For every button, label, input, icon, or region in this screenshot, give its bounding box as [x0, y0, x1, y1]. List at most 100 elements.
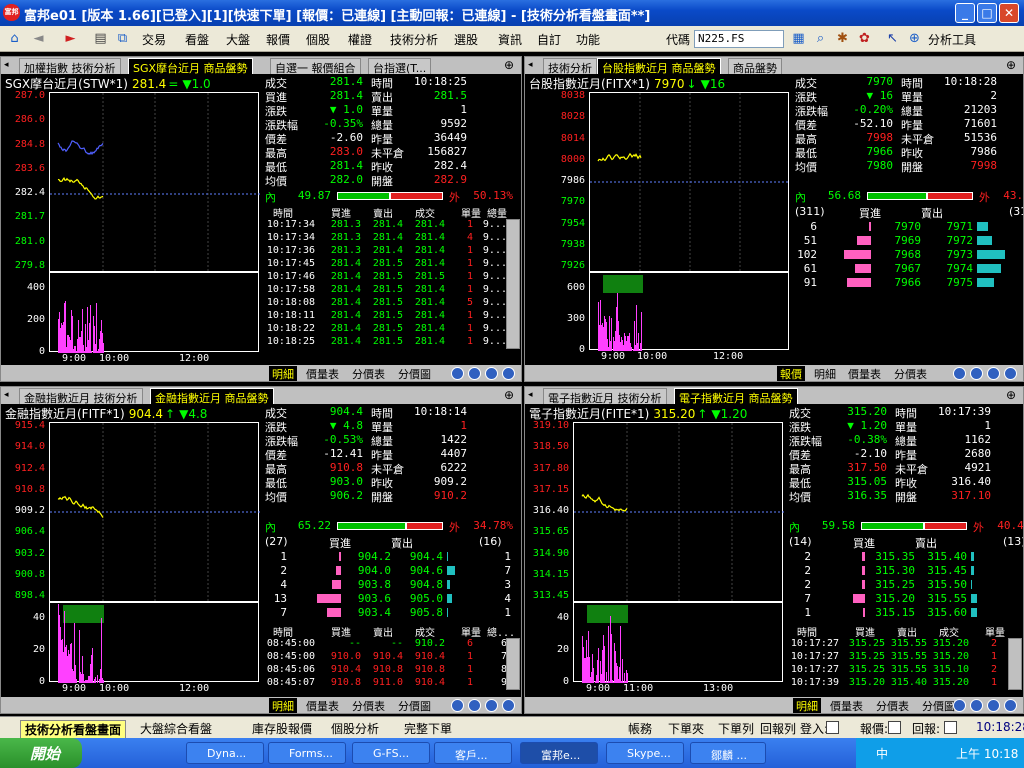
bottom-tab[interactable]: 價量表 [303, 366, 342, 381]
nav-first-icon[interactable] [451, 699, 464, 712]
menu-item[interactable]: 自訂 [537, 31, 561, 48]
symbol-code-input[interactable]: N225.FS [694, 30, 784, 48]
panel-tab[interactable]: 加權指數 技術分析 [19, 58, 121, 75]
nav-last-icon[interactable] [1004, 699, 1017, 712]
taskbar-item[interactable]: 客戶... [434, 742, 512, 764]
bottom-tab[interactable]: 分價表 [349, 698, 388, 713]
close-button[interactable]: ✕ [999, 3, 1019, 23]
zoom-in-icon[interactable]: ⊕ [1006, 58, 1020, 72]
settings-icon[interactable]: ✱ [834, 30, 851, 47]
report-checkbox[interactable] [944, 721, 957, 734]
workspace-tab[interactable]: 個股分析 [327, 720, 383, 737]
panel-tab[interactable]: 商品盤勢 [728, 58, 782, 75]
menu-item[interactable]: 交易 [142, 31, 166, 48]
panel-tab[interactable]: 台指選(T... [368, 58, 432, 75]
bottom-tab[interactable]: 分價表 [891, 366, 930, 381]
bottom-tab[interactable]: 報價 [777, 366, 805, 381]
bottom-tab[interactable]: 分價表 [349, 366, 388, 381]
menu-item[interactable]: 個股 [306, 31, 330, 48]
menu-item[interactable]: 功能 [576, 31, 600, 48]
menu-item[interactable]: 技術分析 [390, 31, 438, 48]
panel-tab[interactable]: 金融指數近月 商品盤勢 [150, 388, 274, 405]
print-icon[interactable]: ▤ [92, 30, 109, 47]
minimize-button[interactable]: _ [955, 3, 975, 23]
panel-tab[interactable]: SGX摩台近月 商品盤勢 [128, 58, 253, 75]
nav-prev-icon[interactable] [970, 699, 983, 712]
bottom-tab[interactable]: 明細 [269, 366, 297, 381]
collapse-icon[interactable]: ◂ [4, 60, 14, 70]
nav-first-icon[interactable] [451, 367, 464, 380]
footer-button[interactable]: 回報列 [756, 720, 800, 737]
chart-icon[interactable]: ▦ [790, 30, 807, 47]
workspace-tab[interactable]: 完整下單 [400, 720, 456, 737]
menu-item[interactable]: 資訊 [498, 31, 522, 48]
forward-icon[interactable]: ► [62, 30, 79, 47]
zoom-in-icon[interactable]: ⊕ [504, 58, 518, 72]
nav-first-icon[interactable] [953, 699, 966, 712]
collapse-icon[interactable]: ◂ [528, 60, 538, 70]
nav-last-icon[interactable] [1004, 367, 1017, 380]
taskbar-item[interactable]: Forms... [268, 742, 346, 764]
panel-tab[interactable]: 技術分析 [543, 58, 597, 75]
bottom-tab[interactable]: 價量表 [827, 698, 866, 713]
zoom-in-icon[interactable]: ⊕ [504, 388, 518, 402]
nav-next-icon[interactable] [987, 699, 1000, 712]
bottom-tab[interactable]: 分價圖 [395, 366, 434, 381]
bottom-tab[interactable]: 明細 [811, 366, 839, 381]
bottom-tab[interactable]: 分價表 [873, 698, 912, 713]
nav-last-icon[interactable] [502, 367, 515, 380]
menu-item[interactable]: 報價 [266, 31, 290, 48]
workspace-tab[interactable]: 大盤綜合看盤 [136, 720, 216, 737]
tick-scrollbar[interactable] [506, 219, 520, 349]
nav-next-icon[interactable] [987, 367, 1000, 380]
menu-item[interactable]: 看盤 [185, 31, 209, 48]
tick-scrollbar[interactable] [1008, 638, 1022, 690]
taskbar-item[interactable]: 鄒麟 ... [690, 742, 766, 764]
panel-tab[interactable]: 電子指數近月 商品盤勢 [674, 388, 798, 405]
search-icon[interactable]: ⌕ [812, 30, 829, 47]
input-language[interactable]: 中 [876, 745, 888, 762]
collapse-icon[interactable]: ◂ [4, 390, 14, 400]
nav-next-icon[interactable] [485, 699, 498, 712]
footer-button[interactable]: 帳務 [624, 720, 656, 737]
maximize-button[interactable]: □ [977, 3, 997, 23]
taskbar-item[interactable]: G-FS... [352, 742, 430, 764]
alert-icon[interactable]: ✿ [856, 30, 873, 47]
workspace-tab[interactable]: 庫存股報價 [248, 720, 316, 737]
menu-item[interactable]: 大盤 [226, 31, 250, 48]
footer-button[interactable]: 下單夾 [664, 720, 708, 737]
bottom-tab[interactable]: 價量表 [845, 366, 884, 381]
taskbar-item[interactable]: Dyna... [186, 742, 264, 764]
back-icon[interactable]: ◄ [30, 30, 47, 47]
collapse-icon[interactable]: ◂ [528, 390, 538, 400]
home-icon[interactable]: ⌂ [6, 30, 23, 47]
popout-icon[interactable]: ⧉ [114, 30, 131, 47]
footer-button[interactable]: 下單列 [714, 720, 758, 737]
zoom-icon[interactable]: ⊕ [906, 30, 923, 47]
panel-tab[interactable]: 電子指數近月 技術分析 [543, 388, 667, 405]
nav-first-icon[interactable] [953, 367, 966, 380]
nav-next-icon[interactable] [485, 367, 498, 380]
analysis-tools-menu[interactable]: 分析工具 [928, 31, 976, 48]
workspace-tab[interactable]: 技術分析看盤畫面 [20, 720, 127, 739]
panel-tab[interactable]: 自選一 報價組合 [270, 58, 361, 75]
nav-prev-icon[interactable] [970, 367, 983, 380]
start-button[interactable]: 開始 [0, 738, 82, 768]
nav-prev-icon[interactable] [468, 699, 481, 712]
taskbar-item[interactable]: Skype... [606, 742, 684, 764]
bottom-tab[interactable]: 明細 [793, 698, 821, 713]
taskbar-item[interactable]: 富邦e... [520, 742, 598, 764]
panel-tab[interactable]: 金融指數近月 技術分析 [19, 388, 143, 405]
login-checkbox[interactable] [826, 721, 839, 734]
zoom-in-icon[interactable]: ⊕ [1006, 388, 1020, 402]
pointer-icon[interactable]: ↖ [884, 30, 901, 47]
bottom-tab[interactable]: 價量表 [303, 698, 342, 713]
bottom-tab[interactable]: 明細 [269, 698, 297, 713]
quote-checkbox[interactable] [888, 721, 901, 734]
bottom-tab[interactable]: 分價圖 [395, 698, 434, 713]
nav-last-icon[interactable] [502, 699, 515, 712]
tick-scrollbar[interactable] [506, 638, 520, 690]
menu-item[interactable]: 權證 [348, 31, 372, 48]
nav-prev-icon[interactable] [468, 367, 481, 380]
panel-tab[interactable]: 台股指數近月 商品盤勢 [597, 58, 721, 75]
